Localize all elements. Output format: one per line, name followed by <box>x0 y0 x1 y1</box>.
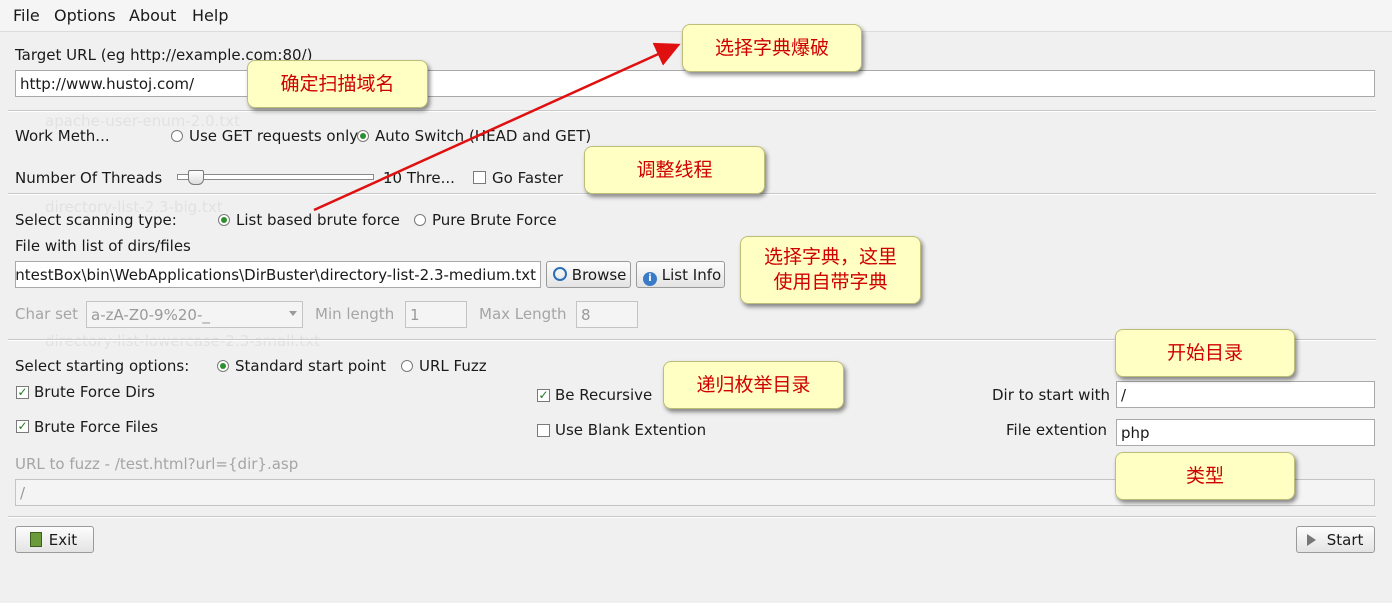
callout-dictionary-line: 使用自带字典 <box>773 271 888 293</box>
charset-label: Char set <box>15 305 79 323</box>
blank-extension-checkbox[interactable] <box>537 424 550 437</box>
magnifier-icon <box>553 267 567 281</box>
threads-slider[interactable] <box>177 170 374 185</box>
exit-button[interactable]: Exit <box>15 526 94 553</box>
threads-label: Number Of Threads <box>15 169 163 187</box>
callout-recursive: 递归枚举目录 <box>663 361 844 409</box>
browse-button[interactable]: Browse <box>546 261 631 288</box>
radio-list-based-label: List based brute force <box>236 211 400 229</box>
callout-wordlist-attack: 选择字典爆破 <box>682 24 862 72</box>
callout-type: 类型 <box>1115 452 1295 500</box>
file-extension-label: File extention <box>1006 421 1108 439</box>
brute-files-checkbox[interactable]: ✓ <box>16 420 29 433</box>
radio-pure-brute-label: Pure Brute Force <box>432 211 557 229</box>
scan-type-label: Select scanning type: <box>15 211 177 229</box>
min-length-label: Min length <box>315 305 395 323</box>
info-icon: i <box>643 272 657 286</box>
callout-dictionary: 选择字典，这里 使用自带字典 <box>740 236 921 304</box>
radio-auto-switch-label: Auto Switch (HEAD and GET) <box>375 127 592 145</box>
file-list-input[interactable]: entestBox\bin\WebApplications\DirBuster\… <box>15 261 541 288</box>
go-faster-checkbox[interactable] <box>473 171 486 184</box>
file-list-label: File with list of dirs/files <box>15 237 191 255</box>
browse-label: Browse <box>571 266 627 284</box>
blank-extension-label: Use Blank Extention <box>555 421 707 439</box>
start-options-label: Select starting options: <box>15 357 190 375</box>
callout-threads: 调整线程 <box>584 146 765 194</box>
exit-door-icon <box>30 532 42 547</box>
target-url-input[interactable]: http://www.hustoj.com/ <box>15 70 1375 97</box>
dir-start-label: Dir to start with <box>992 386 1111 404</box>
divider <box>8 110 1376 112</box>
charset-select[interactable]: a-zA-Z0-9%20-_ <box>86 301 303 328</box>
dir-start-input[interactable]: / <box>1116 381 1375 408</box>
brute-dirs-checkbox[interactable]: ✓ <box>16 386 29 399</box>
recursive-label: Be Recursive <box>555 386 653 404</box>
threads-value: 10 Thre... <box>383 169 455 187</box>
max-length-label: Max Length <box>479 305 567 323</box>
chevron-down-icon <box>289 311 297 316</box>
start-label: Start <box>1326 531 1364 549</box>
slider-track <box>177 174 374 180</box>
file-extension-input[interactable]: php <box>1116 419 1375 446</box>
radio-get-only-label: Use GET requests only <box>189 127 359 145</box>
start-button[interactable]: Start <box>1296 526 1375 553</box>
min-length-input[interactable]: 1 <box>405 301 467 328</box>
recursive-checkbox[interactable]: ✓ <box>537 389 550 402</box>
radio-url-fuzz[interactable] <box>401 360 413 372</box>
list-info-button[interactable]: i List Info <box>636 261 725 288</box>
radio-standard-start-label: Standard start point <box>235 357 386 375</box>
callout-dictionary-line: 选择字典，这里 <box>763 246 897 268</box>
brute-files-label: Brute Force Files <box>34 418 159 436</box>
list-info-label: List Info <box>661 266 722 284</box>
radio-pure-brute[interactable] <box>414 214 426 226</box>
slider-thumb[interactable] <box>188 170 204 185</box>
radio-list-based[interactable] <box>218 214 230 226</box>
play-icon <box>1307 534 1316 546</box>
exit-label: Exit <box>48 531 78 549</box>
menu-about[interactable]: About <box>129 6 176 25</box>
radio-auto-switch[interactable] <box>357 130 369 142</box>
go-faster-label: Go Faster <box>492 169 564 187</box>
url-fuzz-label: URL to fuzz - /test.html?url={dir}.asp <box>15 455 299 473</box>
radio-standard-start[interactable] <box>217 360 229 372</box>
radio-get-only[interactable] <box>171 130 183 142</box>
max-length-input[interactable]: 8 <box>576 301 638 328</box>
work-method-label: Work Meth... <box>15 127 110 145</box>
menu-help[interactable]: Help <box>192 6 228 25</box>
divider <box>8 516 1376 518</box>
menu-options[interactable]: Options <box>54 6 116 25</box>
file-list-path: entestBox\bin\WebApplications\DirBuster\… <box>15 266 536 284</box>
radio-url-fuzz-label: URL Fuzz <box>419 357 487 375</box>
background-file-item: directory-list-lowercase-2.3-small.txt <box>45 332 320 350</box>
charset-value: a-zA-Z0-9%20-_ <box>91 306 210 324</box>
callout-domain: 确定扫描域名 <box>247 60 428 108</box>
callout-start-dir: 开始目录 <box>1115 329 1295 377</box>
brute-dirs-label: Brute Force Dirs <box>34 383 155 401</box>
menu-file[interactable]: File <box>13 6 40 25</box>
